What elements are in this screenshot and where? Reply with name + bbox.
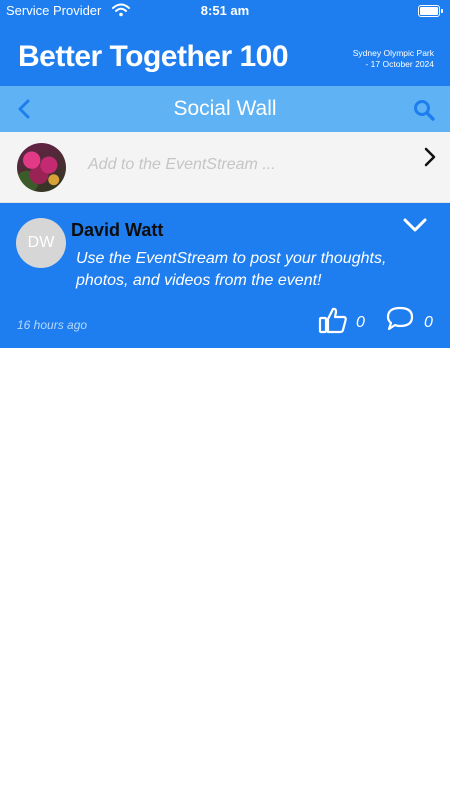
venue-line: Sydney Olympic Park xyxy=(352,48,434,58)
post-body: Use the EventStream to post your thought… xyxy=(76,250,387,289)
composer-input[interactable]: Add to the EventStream ... xyxy=(88,156,276,174)
event-banner: Better Together 100 Sydney Olympic Park … xyxy=(0,22,450,86)
battery-icon xyxy=(418,5,443,17)
status-bar: Service Provider 8:51 am xyxy=(0,0,450,22)
thumbs-up-icon[interactable] xyxy=(318,306,348,334)
brand-logo-text: Better Together 100 xyxy=(18,40,289,73)
event-venue: Sydney Olympic Park - 17 October 2024 xyxy=(324,48,434,70)
date-line: - 17 October 2024 xyxy=(365,59,434,69)
search-icon[interactable] xyxy=(412,98,436,122)
chevron-down-icon[interactable] xyxy=(402,217,428,233)
page-title: Social Wall xyxy=(173,97,277,120)
chevron-right-icon[interactable] xyxy=(422,146,438,168)
comment-count: 0 xyxy=(424,314,433,331)
like-count: 0 xyxy=(356,314,365,331)
status-time: 8:51 am xyxy=(200,3,250,18)
author-avatar: DW xyxy=(16,218,66,268)
post-composer[interactable]: Add to the EventStream ... xyxy=(0,132,450,203)
post-card: DW David Watt Use the EventStream to pos… xyxy=(0,203,450,348)
post-author: David Watt xyxy=(71,220,164,240)
nav-bar: Social Wall xyxy=(0,86,450,132)
comment-icon[interactable] xyxy=(386,306,414,332)
post-timestamp: 16 hours ago xyxy=(17,318,88,332)
user-avatar-photo xyxy=(17,143,66,192)
